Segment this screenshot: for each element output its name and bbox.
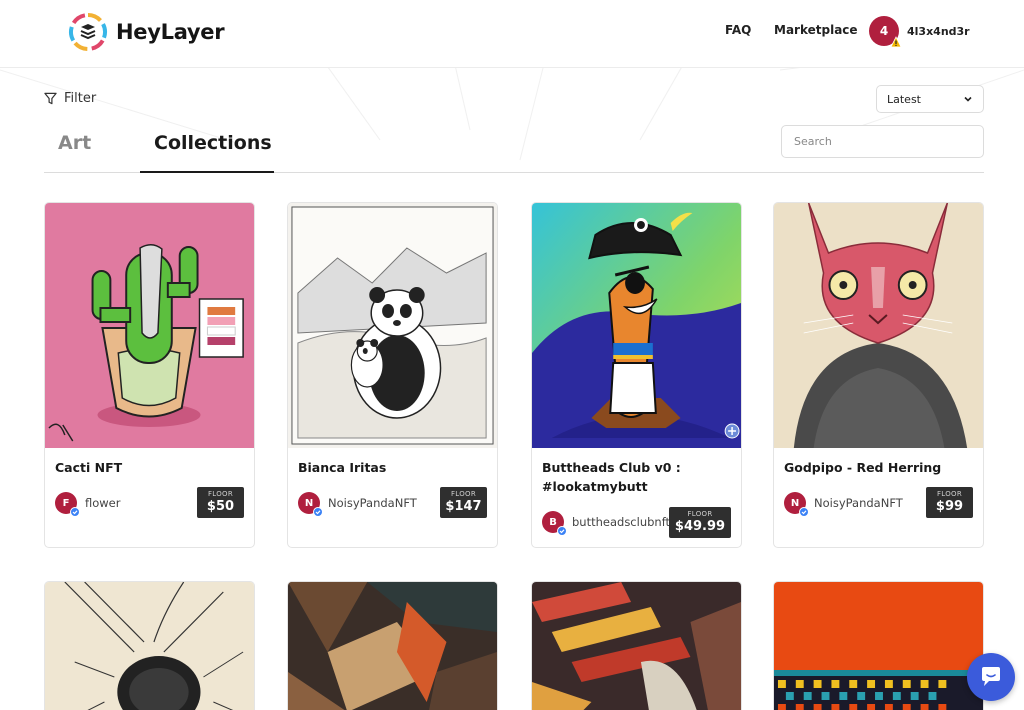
creator-initial: F — [62, 497, 70, 509]
card-title[interactable]: Buttheads Club v0 : #lookatmybutt — [542, 458, 732, 496]
card-image-cacti[interactable] — [45, 203, 254, 448]
sort-selected-value: Latest — [887, 92, 921, 106]
search-input[interactable] — [781, 125, 984, 158]
card-title[interactable]: Bianca Iritas — [298, 458, 488, 477]
collection-card[interactable] — [287, 581, 498, 710]
card-creator[interactable]: F flower — [55, 492, 121, 517]
collection-card[interactable] — [773, 581, 984, 710]
collection-card[interactable]: Godpipo - Red Herring N NoisyPandaNFT FL… — [773, 202, 984, 548]
card-image-pattern[interactable] — [774, 582, 983, 710]
creator-name: NoisyPandaNFT — [328, 496, 417, 510]
creator-initial: N — [790, 497, 800, 509]
verified-badge-icon — [313, 507, 323, 517]
filter-label: Filter — [64, 91, 97, 106]
nav-faq[interactable]: FAQ — [725, 23, 751, 37]
floor-label: FLOOR — [936, 490, 963, 498]
floor-price: $49.99 — [674, 519, 726, 534]
card-creator[interactable]: N NoisyPandaNFT — [784, 492, 903, 517]
creator-avatar: N — [784, 492, 809, 517]
top-header: HeyLayer FAQ Marketplace 4 4l3x4nd3r — [0, 0, 1024, 68]
card-creator[interactable]: N NoisyPandaNFT — [298, 492, 417, 517]
creator-name: NoisyPandaNFT — [814, 496, 903, 510]
card-image-abstract[interactable] — [288, 582, 497, 710]
floor-price-badge: FLOOR $49.99 — [669, 507, 731, 538]
creator-initial: N — [304, 497, 314, 509]
floor-label: FLOOR — [207, 490, 234, 498]
card-image-buttheads[interactable] — [532, 203, 741, 448]
floor-price-badge: FLOOR $147 — [440, 487, 487, 518]
chat-widget-button[interactable] — [967, 653, 1015, 701]
filter-button[interactable]: Filter — [44, 91, 96, 106]
card-title[interactable]: Cacti NFT — [55, 458, 245, 477]
app-name: HeyLayer — [116, 20, 225, 44]
logo-icon — [69, 13, 107, 51]
collection-card[interactable]: Buttheads Club v0 : #lookatmybutt B butt… — [531, 202, 742, 548]
sort-select[interactable]: Latest — [876, 85, 984, 113]
creator-avatar: N — [298, 492, 323, 517]
card-image-bee[interactable] — [45, 582, 254, 710]
collection-card[interactable]: Bianca Iritas N NoisyPandaNFT FLOOR $147 — [287, 202, 498, 548]
card-image-godpipo[interactable] — [774, 203, 983, 448]
card-image-panda[interactable] — [288, 203, 497, 448]
chevron-down-icon — [964, 96, 972, 102]
tab-collections[interactable]: Collections — [154, 132, 272, 154]
card-title[interactable]: Godpipo - Red Herring — [784, 458, 974, 477]
verified-badge-icon — [70, 507, 80, 517]
floor-price: $99 — [935, 499, 964, 514]
card-creator[interactable]: B buttheadsclubnft — [542, 511, 671, 536]
collection-card[interactable] — [531, 581, 742, 710]
tab-art[interactable]: Art — [58, 132, 91, 154]
user-avatar-initial: 4 — [879, 24, 889, 38]
creator-avatar: B — [542, 511, 567, 536]
floor-label: FLOOR — [687, 510, 713, 518]
floor-price-badge: FLOOR $50 — [197, 487, 244, 518]
filter-icon — [44, 92, 57, 105]
card-image-painting[interactable] — [532, 582, 741, 710]
verified-badge-icon — [557, 526, 567, 536]
floor-label: FLOOR — [450, 490, 477, 498]
collection-card[interactable] — [44, 581, 255, 710]
chat-bubble-icon — [982, 667, 1000, 686]
nav-marketplace[interactable]: Marketplace — [774, 23, 858, 37]
creator-avatar: F — [55, 492, 80, 517]
creator-name: buttheadsclubnft — [572, 515, 671, 529]
collection-card[interactable]: Cacti NFT F flower FLOOR $50 — [44, 202, 255, 548]
creator-initial: B — [549, 516, 557, 528]
floor-price: $147 — [445, 499, 482, 514]
user-menu[interactable]: 4 4l3x4nd3r — [869, 16, 970, 48]
verified-badge-icon — [799, 507, 809, 517]
active-tab-indicator — [140, 171, 274, 173]
creator-name: flower — [85, 496, 121, 510]
user-avatar[interactable]: 4 — [869, 16, 902, 48]
floor-price-badge: FLOOR $99 — [926, 487, 973, 518]
app-logo[interactable]: HeyLayer — [68, 12, 225, 52]
warning-icon — [890, 36, 902, 48]
floor-price: $50 — [206, 499, 235, 514]
username: 4l3x4nd3r — [907, 24, 970, 38]
